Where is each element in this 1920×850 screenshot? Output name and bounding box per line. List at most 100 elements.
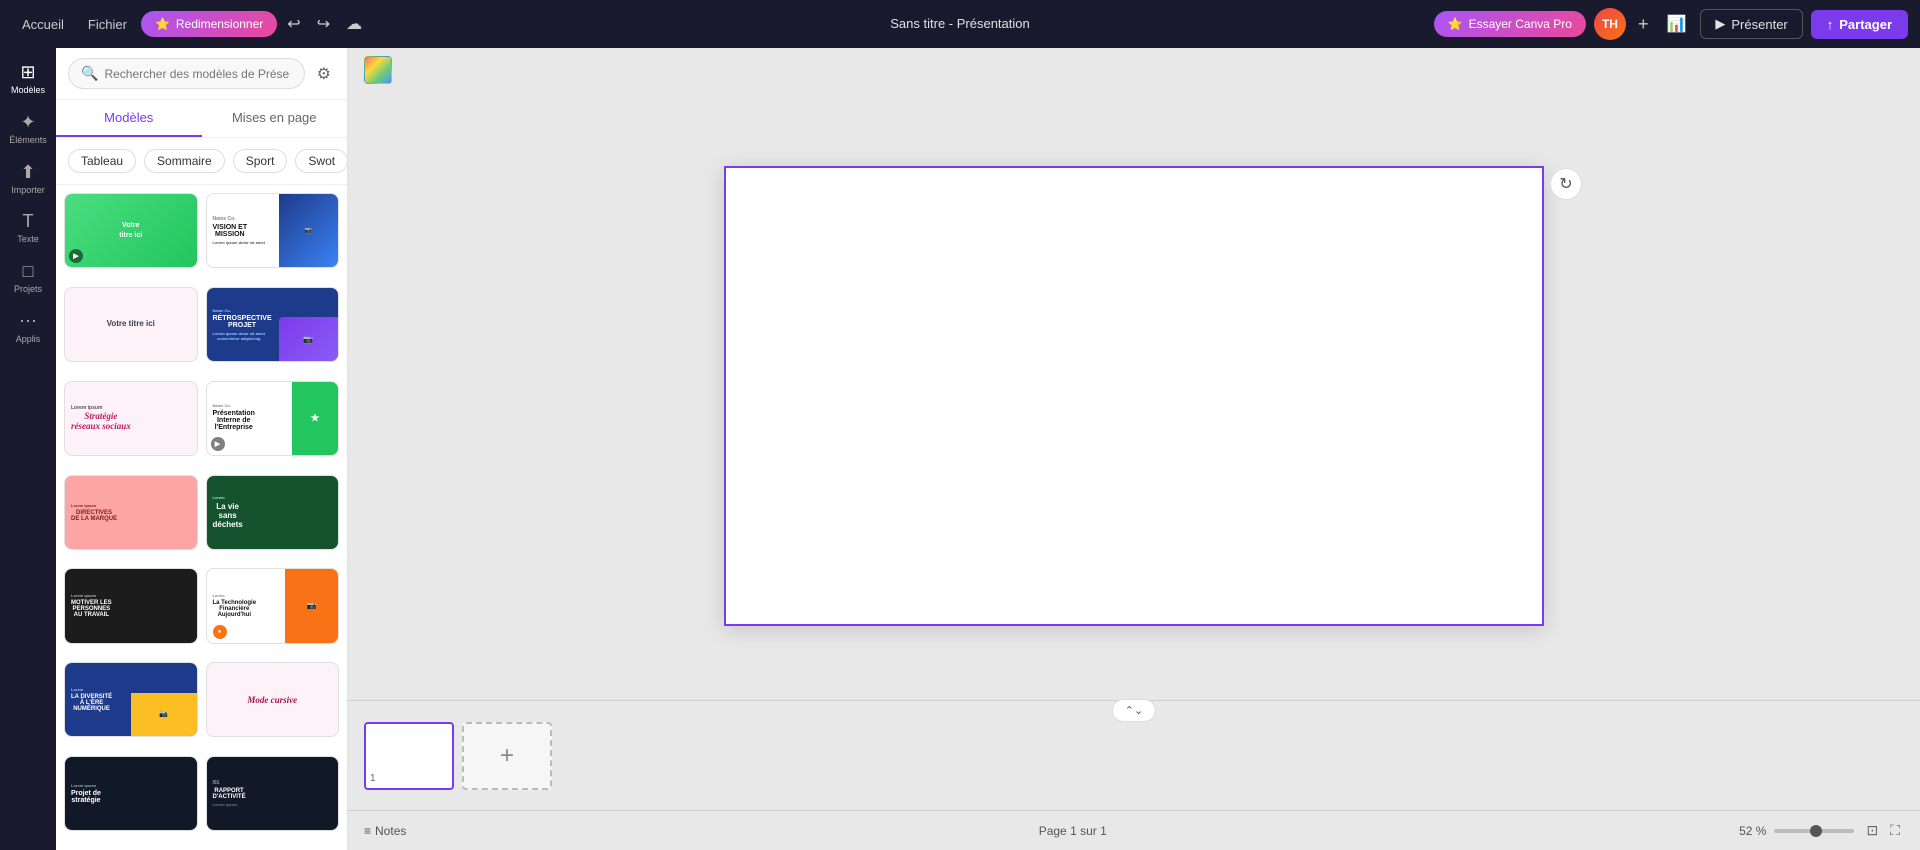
fit-view-button[interactable]: ⊡ bbox=[1862, 820, 1882, 841]
chip-swot[interactable]: Swot bbox=[295, 149, 347, 173]
search-input-wrap: 🔍 bbox=[68, 58, 305, 89]
play-icon-1: ▶ bbox=[69, 249, 83, 263]
chip-sport[interactable]: Sport bbox=[233, 149, 288, 173]
template-card-3[interactable]: Votre titre ici bbox=[64, 287, 198, 362]
hide-panel-button[interactable]: ⌃⌄ bbox=[1112, 699, 1156, 722]
chip-tableau[interactable]: Tableau bbox=[68, 149, 136, 173]
filter-button[interactable]: ⚙ bbox=[313, 60, 335, 88]
template-card-14[interactable]: /01 RAPPORTD'ACTIVITÉ Lorem ipsum bbox=[206, 756, 340, 831]
bottom-right: 52 % ⊡ ⛶ bbox=[1739, 820, 1904, 841]
redimensionner-button[interactable]: ⭐ Redimensionner bbox=[141, 11, 277, 37]
template-desc-14: Lorem ipsum bbox=[213, 802, 238, 807]
template-desc-4: Lorem ipsum dolor sit ametconsectetur ad… bbox=[213, 331, 265, 341]
template-subtitle-2: Name Co. bbox=[213, 216, 236, 222]
template-title-12: Mode cursive bbox=[247, 695, 297, 705]
analytics-button[interactable]: 📊 bbox=[1660, 10, 1692, 38]
template-subtitle-10: Lorem bbox=[213, 593, 225, 598]
template-desc-2: Lorem ipsum dolor sit amet bbox=[213, 240, 265, 245]
canvas-container: ↻ bbox=[348, 92, 1920, 700]
template-card-2[interactable]: Name Co. VISION ETMISSION Lorem ipsum do… bbox=[206, 193, 340, 268]
template-card-10[interactable]: Lorem La TechnologieFinancièreAujourd'hu… bbox=[206, 568, 340, 643]
fichier-button[interactable]: Fichier bbox=[78, 13, 137, 36]
tab-modeles[interactable]: Modèles bbox=[56, 100, 202, 137]
play-icon-6: ▶ bbox=[211, 437, 225, 451]
template-title-1: Votretitre ici bbox=[119, 221, 142, 239]
presenter-button[interactable]: ▶ Présenter bbox=[1700, 9, 1802, 39]
chip-sommaire[interactable]: Sommaire bbox=[144, 149, 225, 173]
template-title-14: RAPPORTD'ACTIVITÉ bbox=[213, 788, 246, 800]
search-input[interactable] bbox=[104, 67, 291, 81]
template-card-12[interactable]: Mode cursive bbox=[206, 662, 340, 737]
undo-button[interactable]: ↩ bbox=[281, 10, 306, 38]
film-slide-1[interactable]: 1 bbox=[364, 722, 454, 790]
tab-mises-en-page[interactable]: Mises en page bbox=[202, 100, 348, 137]
main-area: ⊞ Modèles ✦ Éléments ⬆ Importer T Texte … bbox=[0, 48, 1920, 850]
plus-icon: + bbox=[500, 742, 514, 770]
topbar-right: ⭐ Essayer Canva Pro TH + 📊 ▶ Présenter ↑… bbox=[1281, 8, 1908, 40]
template-subtitle-9: Lorem ipsum bbox=[71, 593, 96, 598]
applis-icon: ⋯ bbox=[19, 311, 37, 332]
projets-icon: □ bbox=[23, 261, 34, 282]
sidebar-item-applis[interactable]: ⋯ Applis bbox=[4, 305, 52, 351]
refresh-button[interactable]: ↻ bbox=[1550, 168, 1582, 200]
slide-canvas[interactable]: ↻ bbox=[724, 166, 1544, 626]
template-subtitle-11: Lorem bbox=[71, 687, 83, 692]
panel-tabs: Modèles Mises en page bbox=[56, 100, 347, 138]
template-card-1[interactable]: Votretitre ici ▶ bbox=[64, 193, 198, 268]
slide-number-1: 1 bbox=[370, 773, 376, 784]
template-title-7: DIRECTIVESDE LA MARQUE bbox=[71, 510, 117, 522]
avatar[interactable]: TH bbox=[1594, 8, 1626, 40]
notes-button[interactable]: ≡ Notes bbox=[364, 824, 406, 838]
search-bar: 🔍 ⚙ bbox=[56, 48, 347, 100]
template-card-8[interactable]: Lorem La viesansdéchets bbox=[206, 475, 340, 550]
share-icon: ↑ bbox=[1827, 17, 1834, 32]
sidebar-item-projets[interactable]: □ Projets bbox=[4, 255, 52, 301]
sidebar-item-elements[interactable]: ✦ Éléments bbox=[4, 106, 52, 152]
template-card-5[interactable]: Lorem ipsum Stratégieréseaux sociaux bbox=[64, 381, 198, 456]
template-card-9[interactable]: Lorem ipsum MOTIVER LESPERSONNESAU TRAVA… bbox=[64, 568, 198, 643]
template-subtitle-8: Lorem bbox=[213, 495, 225, 500]
add-slide-button[interactable]: + bbox=[462, 722, 552, 790]
fullscreen-button[interactable]: ⛶ bbox=[1886, 820, 1904, 841]
importer-icon: ⬆ bbox=[20, 162, 35, 183]
color-swatch[interactable] bbox=[364, 56, 392, 84]
sidebar-icons: ⊞ Modèles ✦ Éléments ⬆ Importer T Texte … bbox=[0, 48, 56, 850]
template-subtitle-4: Name Co. bbox=[213, 308, 231, 313]
template-title-9: MOTIVER LESPERSONNESAU TRAVAIL bbox=[71, 600, 112, 618]
accueil-button[interactable]: Accueil bbox=[12, 13, 74, 36]
texte-icon: T bbox=[23, 211, 34, 232]
template-title-5: Stratégieréseaux sociaux bbox=[71, 411, 131, 431]
modeles-icon: ⊞ bbox=[20, 62, 35, 83]
template-card-7[interactable]: Lorem ipsum DIRECTIVESDE LA MARQUE bbox=[64, 475, 198, 550]
sidebar-item-modeles[interactable]: ⊞ Modèles bbox=[4, 56, 52, 102]
sidebar-item-importer[interactable]: ⬆ Importer bbox=[4, 156, 52, 202]
template-title-3: Votre titre ici bbox=[107, 319, 155, 329]
view-buttons: ⊡ ⛶ bbox=[1862, 820, 1904, 841]
canvas-toolbar bbox=[348, 48, 1920, 92]
share-button[interactable]: ↑ Partager bbox=[1811, 10, 1908, 39]
template-title-2: VISION ETMISSION bbox=[213, 224, 248, 238]
bottom-center: Page 1 sur 1 bbox=[1039, 824, 1107, 838]
zoom-level: 52 % bbox=[1739, 824, 1766, 838]
template-title-4: RÉTROSPECTIVEPROJET bbox=[213, 315, 272, 329]
left-panel: 🔍 ⚙ Modèles Mises en page Tableau Sommai… bbox=[56, 48, 348, 850]
play-icon: ▶ bbox=[1715, 16, 1725, 32]
try-pro-button[interactable]: ⭐ Essayer Canva Pro bbox=[1434, 11, 1586, 37]
add-user-button[interactable]: + bbox=[1634, 14, 1653, 35]
star-icon: ⭐ bbox=[155, 17, 170, 31]
page-label: Page 1 sur 1 bbox=[1039, 824, 1107, 838]
pro-star-icon: ⭐ bbox=[1448, 17, 1463, 31]
sidebar-item-texte[interactable]: T Texte bbox=[4, 205, 52, 251]
elements-icon: ✦ bbox=[20, 112, 35, 133]
redo-button[interactable]: ↪ bbox=[311, 10, 336, 38]
save-status-button[interactable]: ☁ bbox=[340, 10, 368, 38]
template-card-11[interactable]: Lorem LA DIVERSITÉÀ L'ÈRENUMÉRIQUE 📷 bbox=[64, 662, 198, 737]
template-card-6[interactable]: Name Co. PrésentationInterne del'Entrepr… bbox=[206, 381, 340, 456]
canvas-area: ↻ ⌃⌄ 1 + ≡ Notes bbox=[348, 48, 1920, 850]
templates-grid: Votretitre ici ▶ Name Co. VISION ETMISSI… bbox=[56, 185, 347, 850]
template-subtitle-7: Lorem ipsum bbox=[71, 503, 96, 508]
template-title-13: Projet destratégie bbox=[71, 790, 101, 804]
template-card-4[interactable]: Name Co. RÉTROSPECTIVEPROJET Lorem ipsum… bbox=[206, 287, 340, 362]
template-card-13[interactable]: Lorem ipsum Projet destratégie bbox=[64, 756, 198, 831]
zoom-slider[interactable] bbox=[1774, 829, 1854, 833]
